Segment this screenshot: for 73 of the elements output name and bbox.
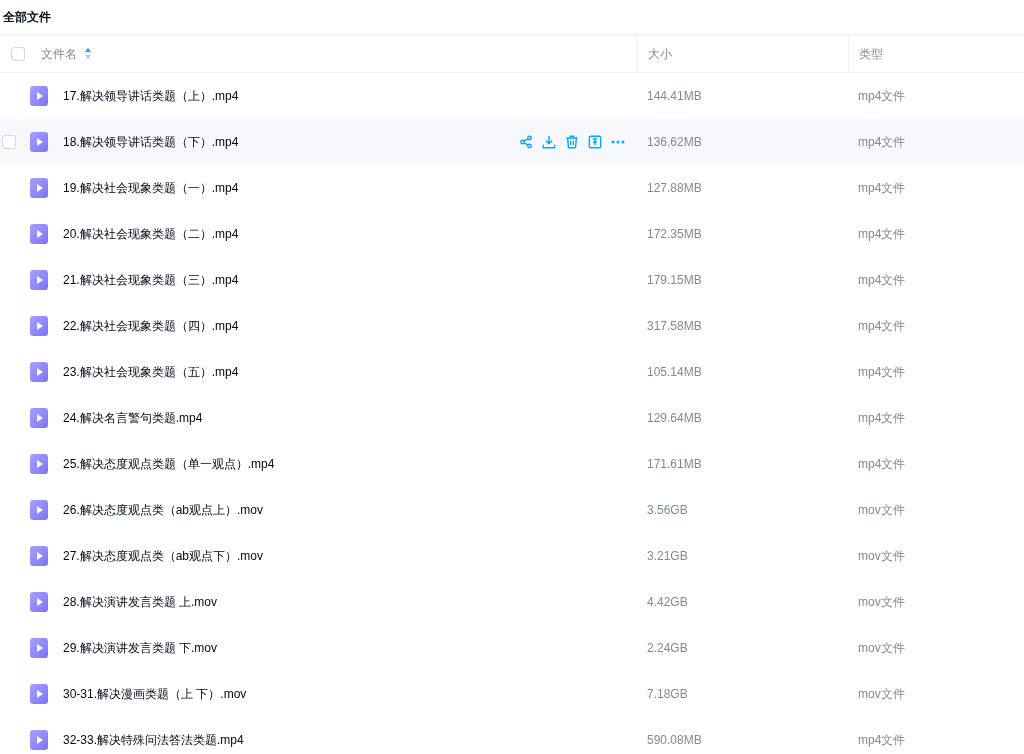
checkbox[interactable] [11,46,25,61]
sort-icon[interactable] [85,48,91,59]
file-size: 136.62MB [647,135,702,149]
file-row[interactable]: 18.解决领导讲话类题（下）.mp4 136.62MB mp4文件 [0,119,1024,165]
file-type: mp4文件 [858,457,906,471]
file-name[interactable]: 21.解决社会现象类题（三）.mp4 [63,271,239,289]
file-size: 172.35MB [647,227,702,241]
column-header[interactable]: 文件名 [41,44,77,63]
file-type: mp4文件 [858,273,906,287]
video-file-icon [30,638,48,658]
column-header[interactable]: 大小 [648,44,672,63]
more-icon[interactable] [611,140,625,144]
file-name[interactable]: 26.解决态度观点类（ab观点上）.mov [63,501,264,519]
video-file-icon [30,592,48,612]
video-file-icon [30,224,48,244]
file-name[interactable]: 23.解决社会现象类题（五）.mp4 [63,363,239,381]
file-size: 127.88MB [647,181,702,195]
file-size: 179.15MB [647,273,702,287]
video-file-icon [30,132,48,152]
file-type: mov文件 [858,503,905,517]
video-file-icon [30,178,48,198]
file-name[interactable]: 22.解决社会现象类题（四）.mp4 [63,317,239,335]
video-file-icon [30,86,48,106]
file-size: 129.64MB [647,411,702,425]
page-title: 全部文件 [3,9,51,26]
video-file-icon [30,408,48,428]
file-size: 4.42GB [647,595,688,609]
video-file-icon [30,546,48,566]
file-name[interactable]: 19.解决社会现象类题（一）.mp4 [63,179,239,197]
file-type: mp4文件 [858,135,906,149]
file-type: mov文件 [858,687,905,701]
file-type: mov文件 [858,595,905,609]
file-size: 317.58MB [647,319,702,333]
file-type: mov文件 [858,549,905,563]
file-name[interactable]: 28.解决演讲发言类题 上.mov [63,593,218,611]
file-name[interactable]: 24.解决名言警句类题.mp4 [63,409,203,427]
download-icon[interactable] [542,135,556,149]
file-size: 144.41MB [647,89,702,103]
video-file-icon [30,362,48,382]
file-type: mp4文件 [858,319,906,333]
trash-icon[interactable] [565,135,579,149]
file-type: mp4文件 [858,733,906,747]
file-size: 3.56GB [647,503,688,517]
video-file-icon [30,316,48,336]
video-file-icon [30,454,48,474]
video-file-icon [30,270,48,290]
video-file-icon [30,500,48,520]
file-size: 3.21GB [647,549,688,563]
file-name[interactable]: 30-31.解决漫画类题（上 下）.mov [63,685,247,703]
file-name[interactable]: 25.解决态度观点类题（单一观点）.mp4 [63,455,275,473]
move-icon[interactable] [588,135,602,149]
file-name[interactable]: 18.解决领导讲话类题（下）.mp4 [63,133,239,151]
file-size: 105.14MB [647,365,702,379]
video-file-icon [30,684,48,704]
file-type: mp4文件 [858,89,906,103]
file-size: 171.61MB [647,457,702,471]
file-type: mp4文件 [858,365,906,379]
file-type: mp4文件 [858,181,906,195]
file-name[interactable]: 29.解决演讲发言类题 下.mov [63,639,218,657]
file-name[interactable]: 20.解决社会现象类题（二）.mp4 [63,225,239,243]
share-icon[interactable] [519,135,533,149]
file-name[interactable]: 17.解决领导讲话类题（上）.mp4 [63,87,239,105]
file-name[interactable]: 32-33.解决特殊问法答法类题.mp4 [63,731,244,749]
file-type: mp4文件 [858,227,906,241]
checkbox[interactable] [2,135,16,149]
file-size: 590.08MB [647,733,702,747]
column-header[interactable]: 类型 [859,44,883,63]
file-type: mov文件 [858,641,905,655]
file-type: mp4文件 [858,411,906,425]
file-size: 7.18GB [647,687,688,701]
file-size: 2.24GB [647,641,688,655]
video-file-icon [30,730,48,750]
file-name[interactable]: 27.解决态度观点类（ab观点下）.mov [63,547,264,565]
